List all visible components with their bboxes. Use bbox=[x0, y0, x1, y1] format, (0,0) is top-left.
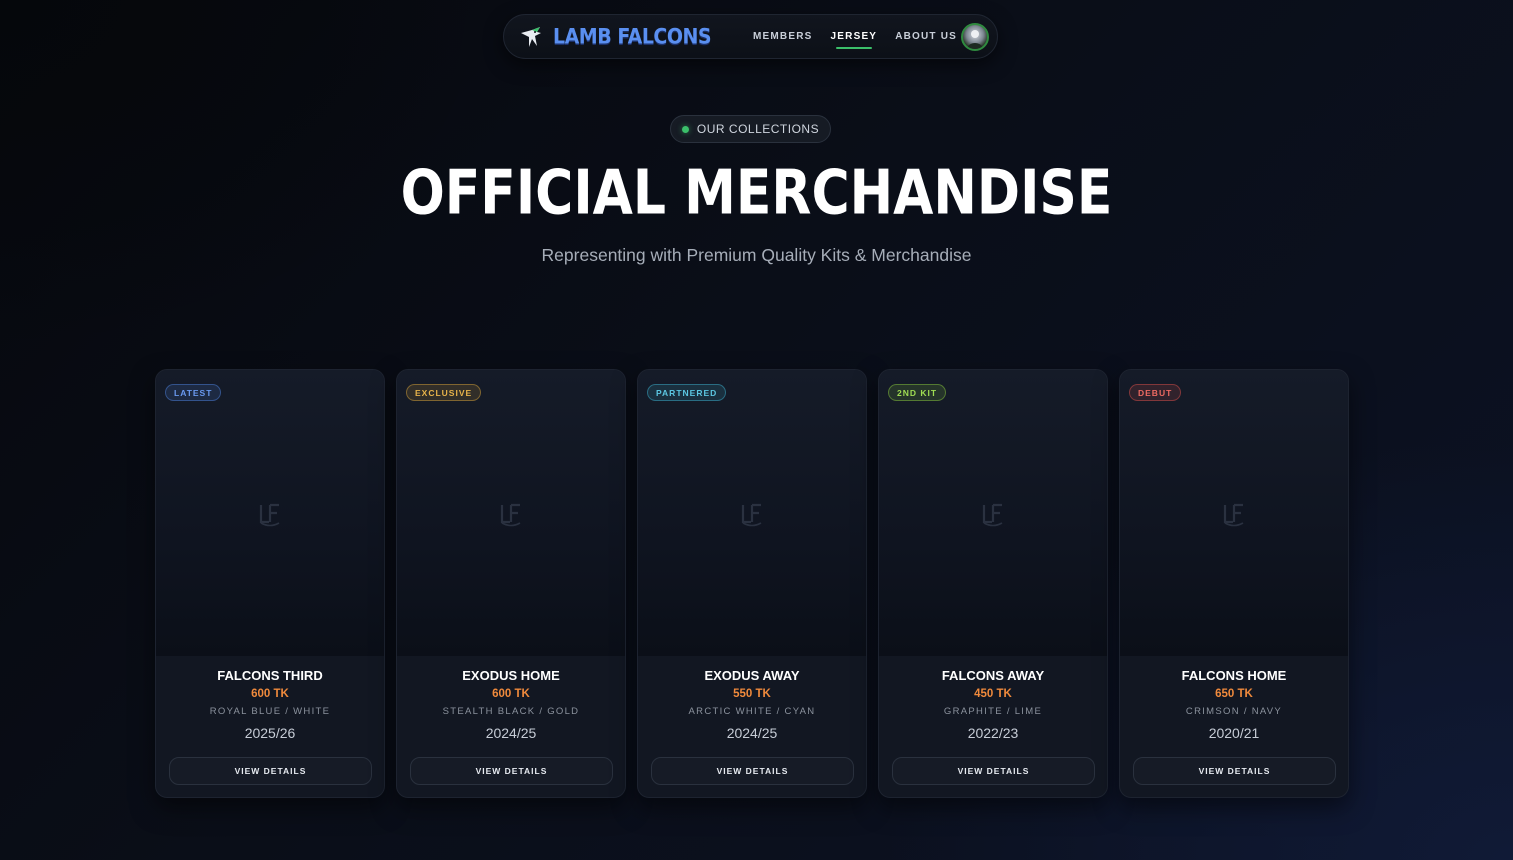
product-card[interactable]: EXCLUSIVE EXODUS HOME 600 TK STEALTH BLA… bbox=[396, 369, 626, 798]
view-details-button[interactable]: VIEW DETAILS bbox=[1133, 757, 1336, 785]
product-colorway: GRAPHITE / LIME bbox=[943, 706, 1043, 717]
page-subtitle: Representing with Premium Quality Kits &… bbox=[541, 245, 972, 265]
product-name: EXODUS AWAY bbox=[704, 668, 800, 683]
product-colorway: STEALTH BLACK / GOLD bbox=[442, 706, 580, 717]
product-badge: DEBUT bbox=[1129, 384, 1182, 401]
product-price: 550 TK bbox=[733, 688, 771, 700]
user-avatar[interactable] bbox=[961, 23, 989, 51]
product-season: 2022/23 bbox=[967, 725, 1019, 741]
product-season: 2024/25 bbox=[485, 725, 537, 741]
page-title: OFFICIAL MERCHANDISE bbox=[400, 158, 1113, 229]
view-details-button[interactable]: VIEW DETAILS bbox=[892, 757, 1095, 785]
top-navbar: LAMB FALCONS MEMBERS JERSEY ABOUT US bbox=[503, 14, 998, 59]
falcon-logo-icon bbox=[521, 27, 541, 47]
lf-monogram-icon bbox=[741, 503, 762, 527]
product-name: EXODUS HOME bbox=[462, 668, 560, 683]
brand-name: LAMB FALCONS bbox=[553, 24, 712, 50]
product-image-placeholder: EXCLUSIVE bbox=[397, 370, 625, 656]
product-season: 2020/21 bbox=[1208, 725, 1260, 741]
product-season: 2025/26 bbox=[244, 725, 296, 741]
product-image-placeholder: LATEST bbox=[156, 370, 384, 656]
view-details-button[interactable]: VIEW DETAILS bbox=[410, 757, 613, 785]
section-pill-label: OUR COLLECTIONS bbox=[696, 122, 820, 136]
avatar-portrait-icon bbox=[967, 30, 983, 49]
product-colorway: ARCTIC WHITE / CYAN bbox=[688, 706, 816, 717]
product-name: FALCONS AWAY bbox=[941, 668, 1045, 683]
nav-links: MEMBERS JERSEY ABOUT US bbox=[753, 31, 975, 49]
product-info: EXODUS HOME 600 TK STEALTH BLACK / GOLD … bbox=[397, 656, 625, 741]
product-grid: LATEST FALCONS THIRD 600 TK ROYAL BLUE /… bbox=[155, 369, 1349, 798]
nav-link-about-us[interactable]: ABOUT US bbox=[895, 31, 957, 42]
product-info: FALCONS THIRD 600 TK ROYAL BLUE / WHITE … bbox=[156, 656, 384, 741]
nav-link-jersey[interactable]: JERSEY bbox=[831, 31, 878, 49]
product-price: 650 TK bbox=[1215, 688, 1253, 700]
product-card[interactable]: LATEST FALCONS THIRD 600 TK ROYAL BLUE /… bbox=[155, 369, 385, 798]
status-dot-icon bbox=[681, 125, 689, 133]
lf-monogram-icon bbox=[500, 503, 521, 527]
product-price: 450 TK bbox=[974, 688, 1012, 700]
product-price: 600 TK bbox=[251, 688, 289, 700]
product-name: FALCONS THIRD bbox=[217, 668, 323, 683]
product-card[interactable]: DEBUT FALCONS HOME 650 TK CRIMSON / NAVY… bbox=[1119, 369, 1349, 798]
product-badge: PARTNERED bbox=[647, 384, 727, 401]
lf-monogram-icon bbox=[259, 503, 280, 527]
brand-logo-link[interactable]: LAMB FALCONS bbox=[518, 23, 712, 51]
product-info: FALCONS AWAY 450 TK GRAPHITE / LIME 2022… bbox=[879, 656, 1107, 741]
product-image-placeholder: PARTNERED bbox=[638, 370, 866, 656]
lf-monogram-icon bbox=[982, 503, 1003, 527]
product-info: FALCONS HOME 650 TK CRIMSON / NAVY 2020/… bbox=[1120, 656, 1348, 741]
product-name: FALCONS HOME bbox=[1181, 668, 1287, 683]
product-card[interactable]: PARTNERED EXODUS AWAY 550 TK ARCTIC WHIT… bbox=[637, 369, 867, 798]
section-pill: OUR COLLECTIONS bbox=[670, 115, 831, 143]
lf-monogram-icon bbox=[1223, 503, 1244, 527]
product-price: 600 TK bbox=[492, 688, 530, 700]
product-season: 2024/25 bbox=[726, 725, 778, 741]
product-image-placeholder: DEBUT bbox=[1120, 370, 1348, 656]
product-info: EXODUS AWAY 550 TK ARCTIC WHITE / CYAN 2… bbox=[638, 656, 866, 741]
view-details-button[interactable]: VIEW DETAILS bbox=[651, 757, 854, 785]
nav-link-members[interactable]: MEMBERS bbox=[753, 31, 813, 42]
product-colorway: CRIMSON / NAVY bbox=[1185, 706, 1283, 717]
view-details-button[interactable]: VIEW DETAILS bbox=[169, 757, 372, 785]
product-badge: EXCLUSIVE bbox=[406, 384, 482, 401]
product-badge: LATEST bbox=[165, 384, 222, 401]
product-card[interactable]: 2ND KIT FALCONS AWAY 450 TK GRAPHITE / L… bbox=[878, 369, 1108, 798]
product-badge: 2ND KIT bbox=[888, 384, 947, 401]
product-colorway: ROYAL BLUE / WHITE bbox=[209, 706, 331, 717]
product-image-placeholder: 2ND KIT bbox=[879, 370, 1107, 656]
